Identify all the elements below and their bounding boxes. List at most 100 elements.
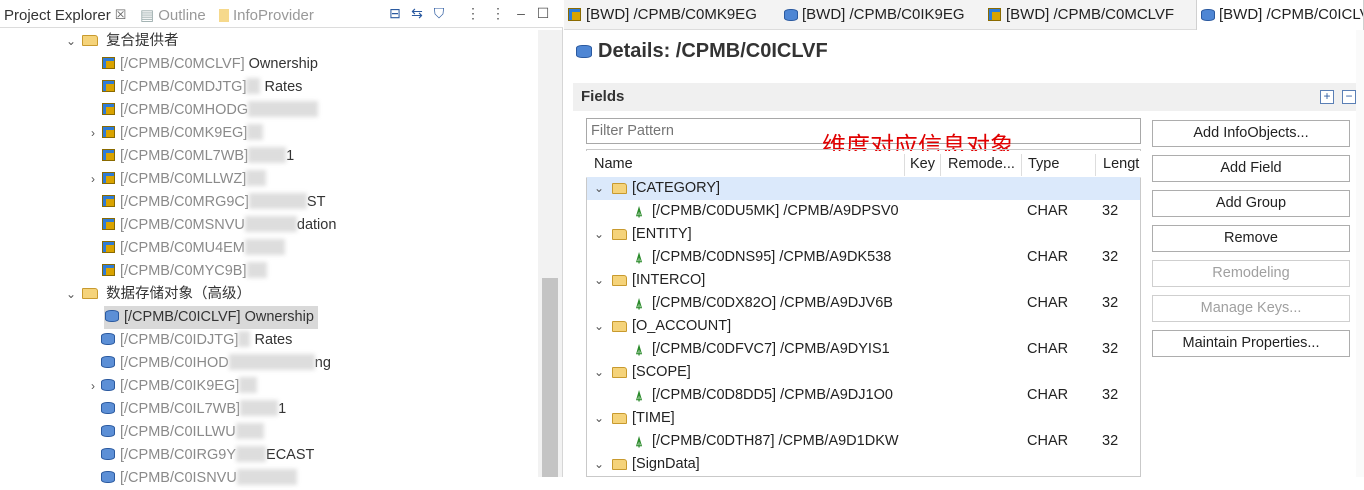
tree-scrollbar-thumb[interactable] [542, 278, 558, 477]
table-row-group[interactable]: ⌄ [TIME] [587, 407, 1140, 430]
tree-item-description: ECAST [266, 447, 315, 463]
tree-item[interactable]: [/CPMB/C0ISNVU [86, 467, 297, 490]
add-group-button[interactable]: Add Group [1152, 190, 1350, 217]
tree-item[interactable]: [/CPMB/C0ML7WB] 1 [86, 145, 294, 168]
tree-item[interactable]: › [/CPMB/C0MLLWZ] [86, 168, 267, 191]
column-header-key[interactable]: Key [910, 156, 935, 172]
tree-item-description: Rates [260, 79, 303, 95]
tree-item-description: ng [314, 355, 331, 371]
column-header-name[interactable]: Name [594, 156, 633, 172]
tree-item[interactable]: › [/CPMB/C0IK9EG] [86, 375, 258, 398]
datastore-icon [105, 310, 119, 322]
tree-item[interactable]: [/CPMB/C0IDJTG] Rates [86, 329, 292, 352]
manage-keys-button[interactable]: Manage Keys... [1152, 295, 1350, 322]
editor-tab-label: [BWD] /CPMB/C0MCLVF [1006, 6, 1175, 23]
chevron-down-icon[interactable]: ⌄ [64, 283, 78, 306]
table-row-group[interactable]: ⌄ [INTERCO] [587, 269, 1140, 292]
tree-item-description: Ownership [244, 56, 318, 72]
fields-section-header[interactable] [573, 83, 1361, 111]
table-row-group[interactable]: ⌄ [SignData] [587, 453, 1140, 476]
table-row-field[interactable]: ⍋ [/CPMB/C0D8DD5] /CPMB/A9DJ1O0 CHAR 32 [587, 384, 1140, 407]
maintain-properties-button[interactable]: Maintain Properties... [1152, 330, 1350, 357]
link-with-editor-icon[interactable]: ⇆ [409, 5, 425, 21]
chevron-down-icon[interactable]: ⌄ [592, 453, 606, 476]
table-row-field[interactable]: ⍋ [/CPMB/C0DTH87] /CPMB/A9D1DKW CHAR 32 [587, 430, 1140, 453]
editor-scrollbar[interactable] [1356, 30, 1364, 477]
tree-item[interactable]: [/CPMB/C0MRG9C] ST [86, 191, 325, 214]
add-field-button[interactable]: Add Field [1152, 155, 1350, 182]
chevron-down-icon[interactable]: ⌄ [592, 407, 606, 430]
tab-project-explorer[interactable]: Project Explorer ☒ [4, 5, 126, 25]
tree-item[interactable]: [/CPMB/C0ICLVF] Ownership [104, 306, 318, 329]
field-type: CHAR [1027, 295, 1069, 311]
column-header-type[interactable]: Type [1028, 156, 1059, 172]
column-divider[interactable] [1095, 154, 1096, 176]
collapse-all-icon[interactable]: − [1342, 90, 1356, 104]
add-infoobjects-button[interactable]: Add InfoObjects... [1152, 120, 1350, 147]
column-header-length[interactable]: Lengt [1103, 156, 1139, 172]
tree-item[interactable]: [/CPMB/C0MYC9B] [86, 260, 267, 283]
tab-infoprovider[interactable]: InfoProvider [219, 5, 314, 25]
remodeling-button[interactable]: Remodeling [1152, 260, 1350, 287]
table-row-field[interactable]: ⍋ [/CPMB/C0DNS95] /CPMB/A9DK538 CHAR 32 [587, 246, 1140, 269]
dso-icon [784, 9, 798, 21]
table-row-group[interactable]: ⌄ [SCOPE] [587, 361, 1140, 384]
more-options-icon[interactable]: ⋮ [490, 5, 506, 21]
table-row-field[interactable]: ⍋ [/CPMB/C0DU5MK] /CPMB/A9DPSV0 CHAR 32 [587, 200, 1140, 223]
table-row-group[interactable]: ⌄ [ENTITY] [587, 223, 1140, 246]
tree-item-description: 1 [286, 148, 295, 164]
table-row-field[interactable]: ⍋ [/CPMB/C0DX82O] /CPMB/A9DJV6B CHAR 32 [587, 292, 1140, 315]
chevron-down-icon[interactable]: ⌄ [64, 30, 78, 53]
editor-tab-label: [BWD] /CPMB/C0ICLV [1219, 6, 1364, 23]
minimize-icon[interactable]: – [513, 5, 529, 21]
composite-provider-icon [101, 218, 115, 230]
close-icon[interactable]: ☒ [115, 7, 127, 23]
folder-open-icon [612, 183, 627, 194]
tree-item[interactable]: [/CPMB/C0MCLVF] Ownership [86, 53, 318, 76]
table-row-field[interactable]: ⍋ [/CPMB/C0DFVC7] /CPMB/A9DYIS1 CHAR 32 [587, 338, 1140, 361]
editor-tab[interactable]: [BWD] /CPMB/C0MK9EG [564, 0, 778, 30]
chevron-down-icon[interactable]: ⌄ [592, 177, 606, 200]
view-menu-icon[interactable]: ⋮ [465, 5, 481, 21]
editor-tab[interactable]: [BWD] /CPMB/C0IK9EG [780, 0, 982, 30]
tree-folder-dso[interactable]: ⌄ 数据存储对象（高级） [64, 283, 251, 306]
chevron-down-icon[interactable]: ⌄ [592, 315, 606, 338]
column-divider[interactable] [904, 154, 905, 176]
tree-item[interactable]: [/CPMB/C0MU4EM [86, 237, 285, 260]
column-header-remodeling[interactable]: Remode... [948, 156, 1015, 172]
filter-icon[interactable]: ⛉ [431, 5, 447, 21]
tree-item[interactable]: [/CPMB/C0MSNVU dation [86, 214, 336, 237]
redacted-text [228, 354, 315, 370]
maximize-icon[interactable]: ☐ [535, 5, 551, 21]
editor-tab[interactable]: [BWD] /CPMB/C0ICLV [1196, 0, 1364, 30]
tab-outline[interactable]: ▤ Outline [140, 5, 206, 25]
tree-item[interactable]: [/CPMB/C0ILLWU [86, 421, 264, 444]
tree-item[interactable]: [/CPMB/C0IHOD ng [86, 352, 331, 375]
chevron-down-icon[interactable]: ⌄ [592, 223, 606, 246]
column-divider[interactable] [940, 154, 941, 176]
collapse-all-icon[interactable]: ⊟ [387, 5, 403, 21]
column-divider[interactable] [1021, 154, 1022, 176]
chevron-right-icon[interactable]: › [86, 122, 100, 145]
remove-button[interactable]: Remove [1152, 225, 1350, 252]
redacted-text [248, 147, 287, 163]
table-row-group[interactable]: ⌄ [CATEGORY] [587, 177, 1140, 200]
composite-provider-icon [101, 103, 115, 115]
tree-item[interactable]: [/CPMB/C0MHODG [86, 99, 319, 122]
chevron-down-icon[interactable]: ⌄ [592, 361, 606, 384]
field-type: CHAR [1027, 433, 1069, 449]
tree-item[interactable]: [/CPMB/C0IL7WB] 1 [86, 398, 286, 421]
tree-folder-composite[interactable]: ⌄ 复合提供者 [64, 30, 179, 53]
tree-item[interactable]: [/CPMB/C0MDJTG] Rates [86, 76, 302, 99]
table-row-group[interactable]: ⌄ [O_ACCOUNT] [587, 315, 1140, 338]
chevron-down-icon[interactable]: ⌄ [592, 269, 606, 292]
tree-item[interactable]: [/CPMB/C0IRG9Y ECAST [86, 444, 314, 467]
tree-item[interactable]: › [/CPMB/C0MK9EG] [86, 122, 264, 145]
field-name: [/CPMB/C0DNS95] /CPMB/A9DK538 [652, 249, 892, 265]
editor-tab[interactable]: [BWD] /CPMB/C0MCLVF [984, 0, 1194, 30]
chevron-right-icon[interactable]: › [86, 168, 100, 191]
field-length: 32 [1102, 387, 1119, 403]
chevron-right-icon[interactable]: › [86, 375, 100, 398]
expand-all-icon[interactable]: + [1320, 90, 1334, 104]
folder-open-icon [612, 459, 627, 470]
